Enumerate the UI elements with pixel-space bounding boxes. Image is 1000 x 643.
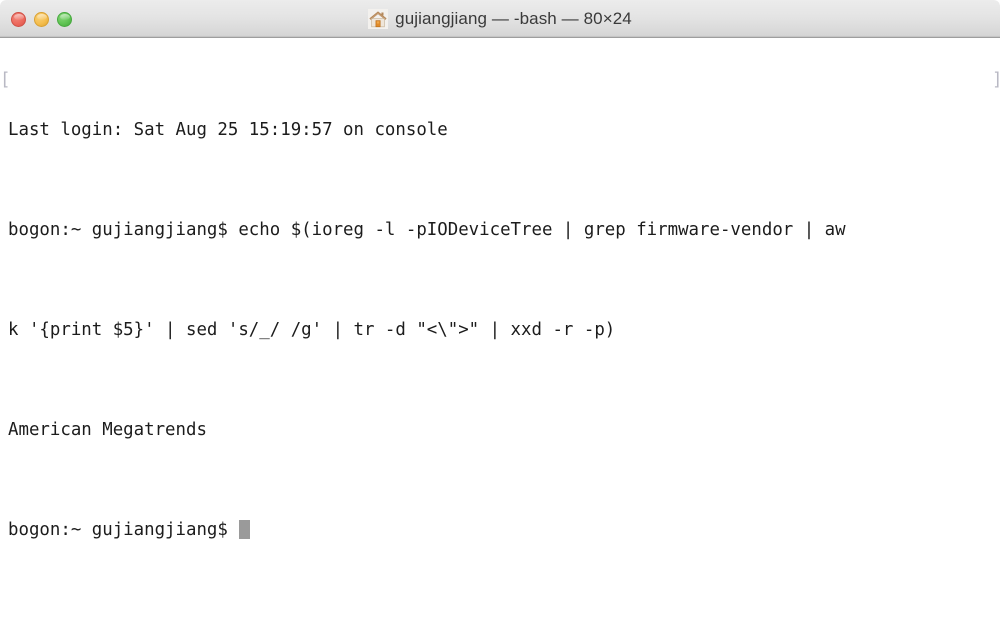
terminal-screen: Last login: Sat Aug 25 15:19:57 on conso… — [0, 43, 1000, 643]
close-button[interactable] — [11, 11, 26, 27]
window-title: gujiangjiang — -bash — 80×24 — [395, 9, 632, 28]
terminal-line-2: bogon:~ gujiangjiang$ echo $(ioreg -l -p… — [8, 220, 846, 240]
home-icon — [368, 9, 389, 29]
prompt-marker-right: ] — [992, 68, 1000, 93]
zoom-button[interactable] — [57, 11, 72, 27]
terminal-body[interactable]: Last login: Sat Aug 25 15:19:57 on conso… — [0, 38, 1000, 643]
terminal-line-4: American Megatrends — [8, 420, 207, 440]
terminal-line-3: k '{print $5}' | sed 's/_/ /g' | tr -d "… — [8, 320, 616, 340]
prompt-marker-left: [ — [0, 70, 11, 90]
terminal-line-5: bogon:~ gujiangjiang$ — [8, 518, 1000, 543]
title-group: gujiangjiang — -bash — 80×24 — [0, 0, 1000, 38]
terminal-prompt: bogon:~ gujiangjiang$ — [8, 520, 239, 540]
terminal-cursor — [239, 520, 251, 539]
window-titlebar[interactable]: gujiangjiang — -bash — 80×24 — [0, 0, 1000, 38]
terminal-line-1: Last login: Sat Aug 25 15:19:57 on conso… — [8, 120, 448, 140]
terminal-window: gujiangjiang — -bash — 80×24 Last login:… — [0, 0, 1000, 643]
minimize-button[interactable] — [34, 11, 49, 27]
window-controls — [11, 0, 72, 38]
